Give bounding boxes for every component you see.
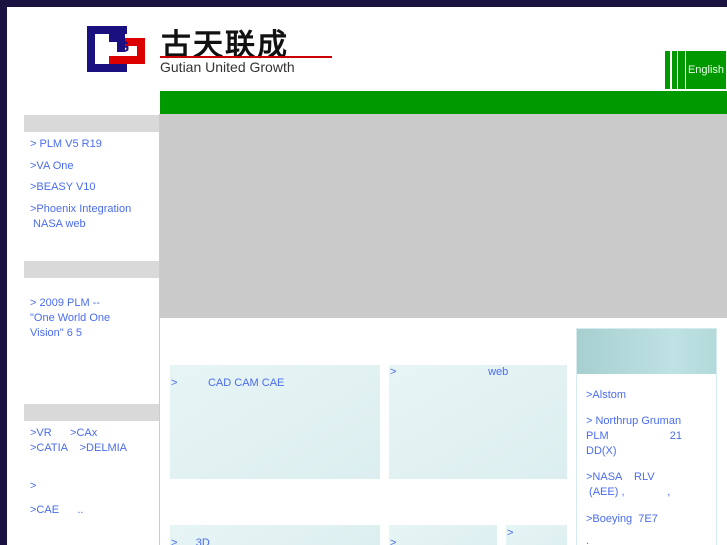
card-link[interactable]: > 3D: [171, 536, 210, 545]
sidebar-link[interactable]: >CAE ..: [30, 503, 84, 518]
decor-bar: [678, 51, 685, 89]
logo-mark-icon: G: [87, 26, 145, 72]
sidebar-link[interactable]: >VR >CAx >CATIA >DELMIA: [30, 426, 127, 456]
sidebar-header: [24, 115, 159, 132]
news-link[interactable]: > Northrup Gruman PLM 21 DD(X): [586, 414, 682, 459]
divider: [159, 114, 160, 545]
card: >: [389, 525, 497, 545]
logo-english: Gutian United Growth: [160, 59, 295, 75]
sidebar-header: [24, 404, 159, 421]
news-link[interactable]: >Boeying 7E7: [586, 512, 658, 527]
card-link[interactable]: > CAD CAM CAE: [171, 376, 284, 391]
nav-bar: [160, 91, 727, 114]
logo-underline: [160, 56, 332, 58]
svg-text:G: G: [117, 39, 129, 56]
right-panel-header: [577, 329, 716, 374]
page: G 古天联成 Gutian United Growth English > PL…: [7, 7, 727, 545]
english-button[interactable]: English: [686, 51, 726, 89]
sidebar-link[interactable]: > PLM V5 R19: [30, 137, 102, 152]
banner: [160, 114, 727, 318]
card: > CAD CAM CAE: [170, 365, 380, 479]
news-link[interactable]: >NASA RLV (AEE) , ,: [586, 470, 670, 500]
sidebar-link[interactable]: >BEASY V10: [30, 180, 96, 195]
right-panel: >Alstom > Northrup Gruman PLM 21 DD(X) >…: [576, 328, 717, 545]
sidebar-link[interactable]: > 2009 PLM -- "One World One Vision" 6 5: [30, 296, 110, 341]
news-link[interactable]: .: [586, 534, 589, 545]
card-link[interactable]: >: [390, 536, 396, 545]
sidebar-link[interactable]: >: [30, 479, 39, 494]
card: >: [506, 525, 567, 545]
card: > web: [389, 365, 567, 479]
card: > 3D: [170, 525, 380, 545]
sidebar-link[interactable]: >VA One: [30, 159, 74, 174]
card-link[interactable]: > web: [390, 365, 508, 380]
sidebar-header: [24, 261, 159, 278]
logo[interactable]: G 古天联成 Gutian United Growth: [83, 24, 333, 76]
sidebar-link[interactable]: >Phoenix Integration NASA web: [30, 202, 131, 232]
decor-bar: [672, 51, 677, 89]
decor-bar: [665, 51, 670, 89]
news-link[interactable]: >Alstom: [586, 388, 626, 403]
card-link[interactable]: >: [507, 526, 513, 541]
